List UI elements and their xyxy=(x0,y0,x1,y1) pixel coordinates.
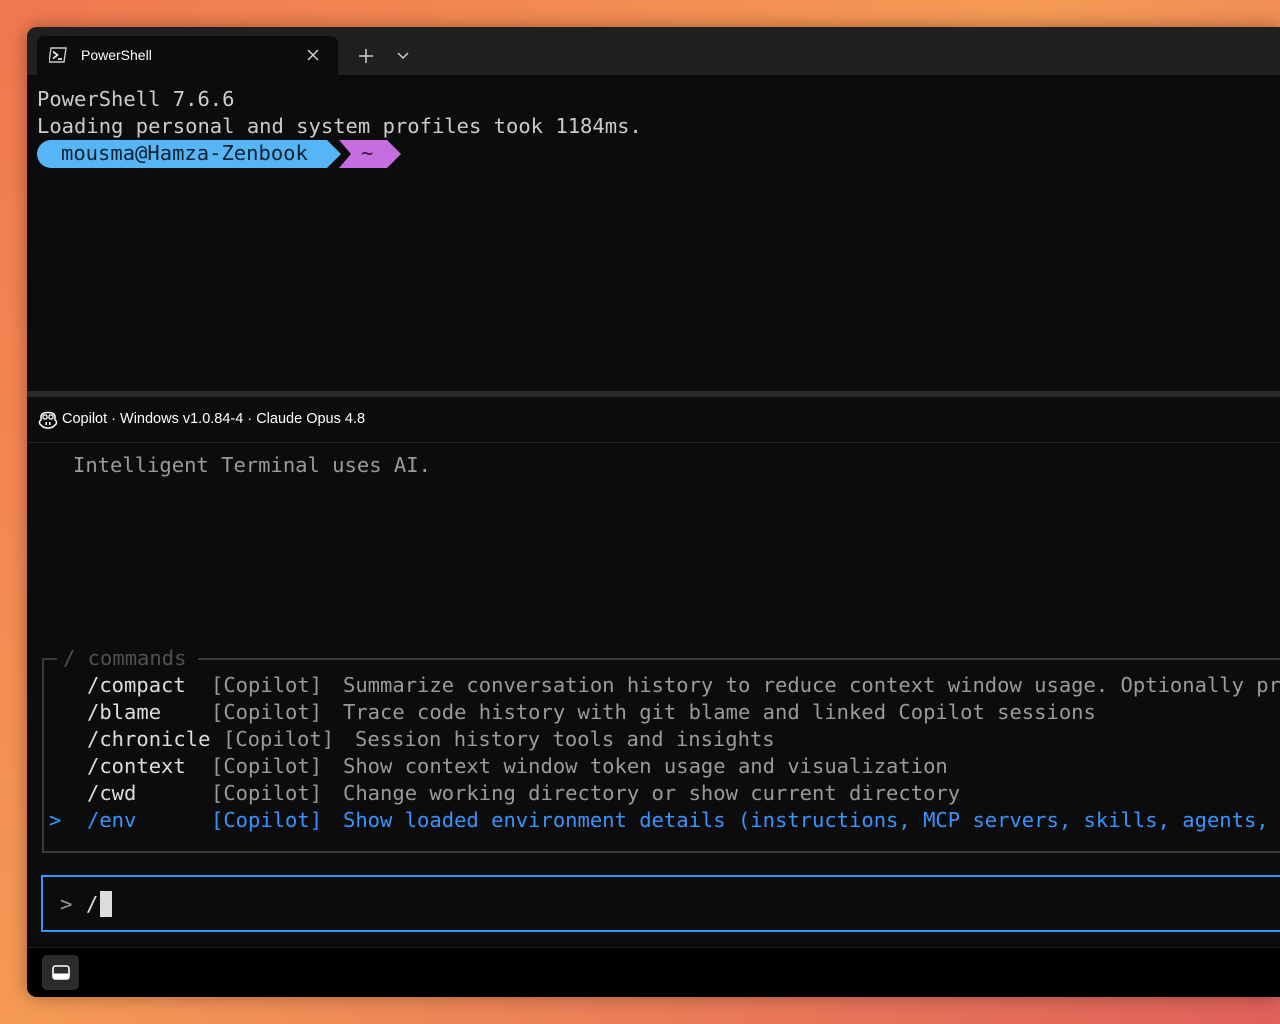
copilot-input[interactable]: > / xyxy=(41,875,1280,932)
toggle-panel-button[interactable] xyxy=(42,955,79,990)
prompt-user: mousma@Hamza-Zenbook xyxy=(61,141,308,165)
chevron-down-icon[interactable] xyxy=(395,47,411,63)
command-source: [Copilot] xyxy=(223,727,335,751)
command-name: /chronicle xyxy=(87,727,211,751)
terminal-window: PowerShell PowerShell 7.6.6 Loading pers… xyxy=(27,27,1280,997)
command-item-context[interactable]: /context [Copilot] Show context window t… xyxy=(44,754,1280,781)
text-cursor xyxy=(100,891,112,917)
intro-text: Intelligent Terminal uses AI. xyxy=(73,453,431,477)
close-icon[interactable] xyxy=(304,46,322,64)
command-name: /compact xyxy=(87,673,186,697)
command-name: /cwd xyxy=(87,781,137,805)
command-description: Summarize conversation history to reduce… xyxy=(343,673,1280,697)
commands-legend: / commands xyxy=(57,646,199,670)
command-name: /env xyxy=(87,808,137,832)
command-item-chronicle[interactable]: /chronicle [Copilot] Session history too… xyxy=(44,727,1280,754)
copilot-header: Copilot · Windows v1.0.84-4 · Claude Opu… xyxy=(27,397,1280,443)
command-item-cwd[interactable]: /cwd [Copilot] Change working directory … xyxy=(44,781,1280,808)
input-value[interactable]: / xyxy=(86,892,98,916)
tab-bar: PowerShell xyxy=(27,27,1280,75)
bottom-bar xyxy=(27,947,1280,997)
powershell-icon xyxy=(49,47,67,63)
prompt-path: ~ xyxy=(361,141,374,165)
command-description: Show context window token usage and visu… xyxy=(343,754,948,778)
shell-prompt: mousma@Hamza-Zenbook ~ xyxy=(37,140,401,168)
copilot-title: Copilot · Windows v1.0.84-4 · Claude Opu… xyxy=(62,411,366,427)
command-source: [Copilot] xyxy=(211,808,323,832)
command-name: /context xyxy=(87,754,186,778)
command-description: Trace code history with git blame and li… xyxy=(343,700,1096,724)
command-description: Show loaded environment details (instruc… xyxy=(343,808,1280,832)
command-source: [Copilot] xyxy=(211,700,323,724)
command-source: [Copilot] xyxy=(211,754,323,778)
input-prompt-symbol: > xyxy=(60,892,73,916)
terminal-line-profile-load: Loading personal and system profiles too… xyxy=(37,114,642,138)
command-source: [Copilot] xyxy=(211,781,323,805)
command-item-blame[interactable]: /blame [Copilot] Trace code history with… xyxy=(44,700,1280,727)
command-source: [Copilot] xyxy=(211,673,323,697)
selection-marker: > xyxy=(49,808,62,832)
tab-title: PowerShell xyxy=(81,47,152,63)
command-item-env[interactable]: > /env [Copilot] Show loaded environment… xyxy=(44,808,1280,835)
commands-panel: / commands /compact [Copilot] Summarize … xyxy=(42,646,1280,853)
command-description: Session history tools and insights xyxy=(355,727,775,751)
new-tab-plus-icon[interactable] xyxy=(355,45,377,67)
tab-powershell[interactable]: PowerShell xyxy=(37,36,338,75)
command-description: Change working directory or show current… xyxy=(343,781,961,805)
command-name: /blame xyxy=(87,700,162,724)
terminal-line-version: PowerShell 7.6.6 xyxy=(37,87,235,111)
panel-icon xyxy=(52,965,70,980)
command-item-compact[interactable]: /compact [Copilot] Summarize conversatio… xyxy=(44,673,1280,700)
copilot-icon xyxy=(38,411,58,429)
